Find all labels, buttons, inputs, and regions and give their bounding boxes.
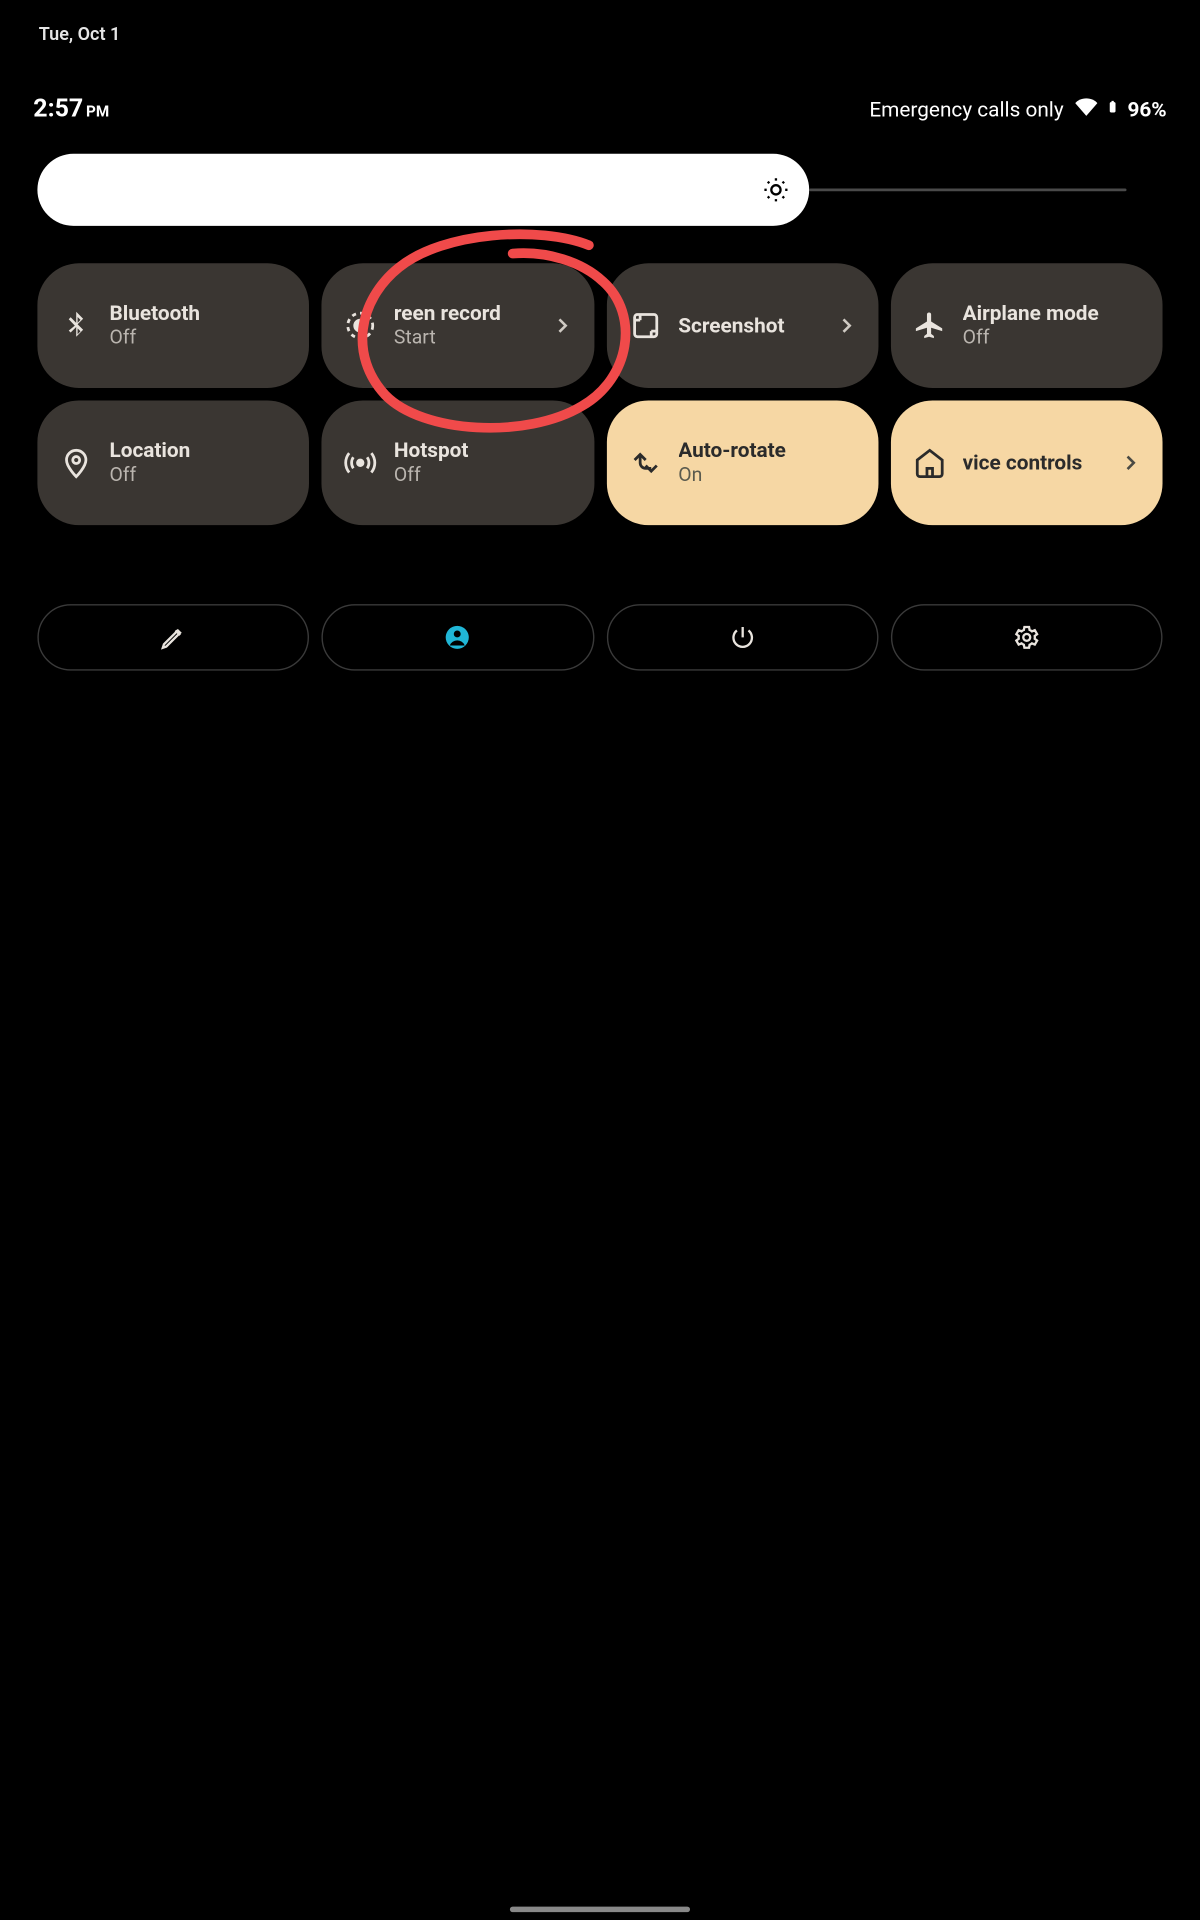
tile-location[interactable]: Location Off xyxy=(37,400,309,525)
tile-title: Airplane mode xyxy=(963,301,1143,326)
tile-title: vice controls xyxy=(963,450,1119,475)
screenshot-icon xyxy=(628,309,661,342)
status-time: 2:57PM xyxy=(33,94,109,123)
tile-screenshot[interactable]: Screenshot xyxy=(606,263,878,388)
tile-sub: Off xyxy=(109,463,289,488)
brightness-slider[interactable] xyxy=(37,154,1162,226)
tile-title: Screenshot xyxy=(678,313,834,338)
brightness-fill xyxy=(37,154,809,226)
tile-title: Location xyxy=(109,438,289,463)
edit-button[interactable] xyxy=(37,604,309,671)
tile-hotspot[interactable]: Hotspot Off xyxy=(322,400,594,525)
pencil-icon xyxy=(160,624,188,652)
tile-sub: Off xyxy=(963,325,1143,350)
autorotate-icon xyxy=(628,446,661,479)
chevron-right-icon[interactable] xyxy=(1118,450,1143,475)
status-emergency: Emergency calls only xyxy=(869,96,1063,121)
power-icon xyxy=(728,624,756,652)
user-button[interactable] xyxy=(322,604,594,671)
gear-icon xyxy=(1013,624,1041,652)
battery-icon xyxy=(1105,95,1119,123)
tile-title: Auto-rotate xyxy=(678,438,858,463)
tile-title: Bluetooth xyxy=(109,301,289,326)
status-right: Emergency calls only 96% xyxy=(869,95,1166,123)
chevron-right-icon[interactable] xyxy=(834,313,859,338)
tile-sub: Off xyxy=(394,463,574,488)
tile-bluetooth[interactable]: Bluetooth Off xyxy=(37,263,309,388)
tile-title: Hotspot xyxy=(394,438,574,463)
tile-screenrecord[interactable]: reen record Start xyxy=(322,263,594,388)
tile-sub: Start xyxy=(394,325,550,350)
tile-airplane[interactable]: Airplane mode Off xyxy=(891,263,1163,388)
settings-button[interactable] xyxy=(891,604,1163,671)
hotspot-icon xyxy=(344,446,377,479)
screen-record-icon xyxy=(344,309,377,342)
status-battery: 96% xyxy=(1127,96,1166,121)
wifi-icon xyxy=(1075,95,1097,123)
brightness-icon xyxy=(762,176,790,204)
tile-title: reen record xyxy=(394,301,550,326)
airplane-icon xyxy=(913,309,946,342)
time-value: 2:57 xyxy=(33,94,83,123)
tile-devicecontrols[interactable]: vice controls xyxy=(891,400,1163,525)
nav-handle[interactable] xyxy=(510,1907,690,1913)
status-bar: 2:57PM Emergency calls only 96% xyxy=(33,94,1166,123)
power-button[interactable] xyxy=(606,604,878,671)
chevron-right-icon[interactable] xyxy=(549,313,574,338)
time-ampm: PM xyxy=(86,103,109,121)
qs-footer xyxy=(37,604,1162,671)
qs-tiles: Bluetooth Off reen record Start Screensh… xyxy=(37,263,1162,525)
bluetooth-icon xyxy=(60,309,93,342)
user-icon xyxy=(444,624,472,652)
home-icon xyxy=(913,446,946,479)
tile-autorotate[interactable]: Auto-rotate On xyxy=(606,400,878,525)
tile-sub: Off xyxy=(109,325,289,350)
status-date: Tue, Oct 1 xyxy=(39,25,120,46)
tile-sub: On xyxy=(678,463,858,488)
brightness-track xyxy=(809,188,1126,191)
location-icon xyxy=(60,446,93,479)
